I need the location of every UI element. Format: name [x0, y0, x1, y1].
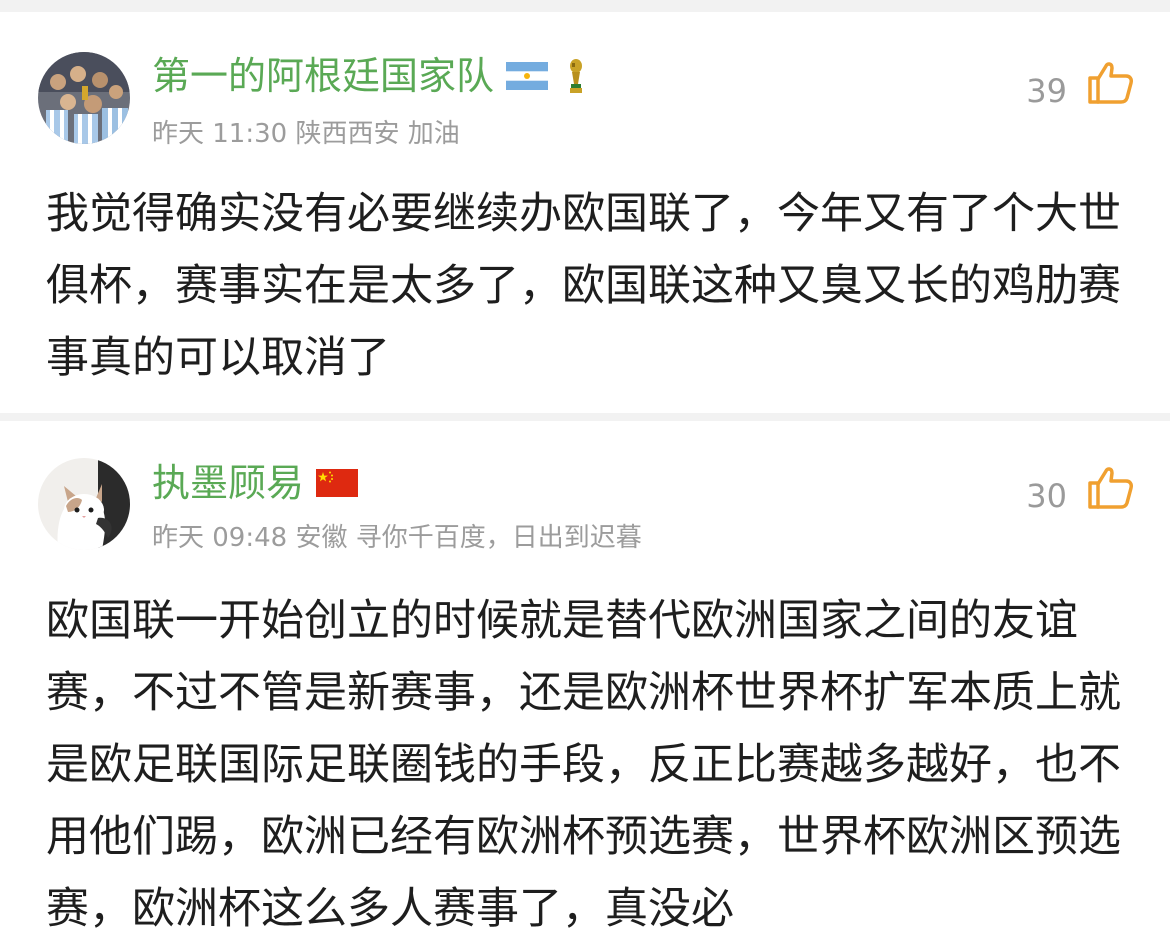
avatar[interactable] [38, 458, 130, 550]
comment-item: 第一的阿根廷国家队 昨天 11:30 陕西西安 加油 39 我觉得确实没有必要继… [0, 12, 1170, 413]
comment-text: 我觉得确实没有必要继续办欧国联了，今年又有了个大世俱杯，赛事实在是太多了，欧国联… [46, 189, 1121, 383]
thumbs-up-icon[interactable] [1086, 463, 1134, 511]
divider [0, 413, 1170, 421]
comment-meta: 昨天 09:48 安徽 寻你千百度，日出到迟暮 [152, 517, 642, 554]
divider [0, 0, 1170, 12]
username[interactable]: 执墨顾易 [152, 457, 304, 509]
avatar[interactable] [38, 52, 130, 144]
comment-signature: 加油 [407, 119, 460, 149]
like-count: 30 [1026, 477, 1067, 515]
comment-item: 执墨顾易 昨天 09:48 安徽 寻你千百度，日出到迟暮 30 欧国联一开始创立… [0, 421, 1170, 949]
china-flag-icon [316, 469, 359, 497]
comment-meta: 昨天 11:30 陕西西安 加油 [152, 113, 460, 150]
comment-feed: 第一的阿根廷国家队 昨天 11:30 陕西西安 加油 39 我觉得确实没有必要继… [0, 0, 1170, 949]
comment-time: 昨天 11:30 [152, 119, 288, 149]
argentina-flag-icon [506, 62, 549, 90]
comment-text: 欧国联一开始创立的时候就是替代欧洲国家之间的友谊赛，不过不管是新赛事，还是欧洲杯… [46, 596, 1121, 934]
username-row: 执墨顾易 [152, 457, 359, 509]
thumbs-up-icon[interactable] [1086, 58, 1134, 106]
comment-time: 昨天 09:48 [152, 523, 288, 553]
like-count: 39 [1026, 72, 1067, 110]
comment-signature: 寻你千百度，日出到迟暮 [355, 523, 642, 553]
comment-location: 陕西西安 [295, 119, 400, 149]
username-row: 第一的阿根廷国家队 [152, 50, 584, 102]
comment-location: 安徽 [295, 523, 348, 553]
username[interactable]: 第一的阿根廷国家队 [152, 50, 494, 102]
world-cup-trophy-icon [568, 58, 584, 94]
